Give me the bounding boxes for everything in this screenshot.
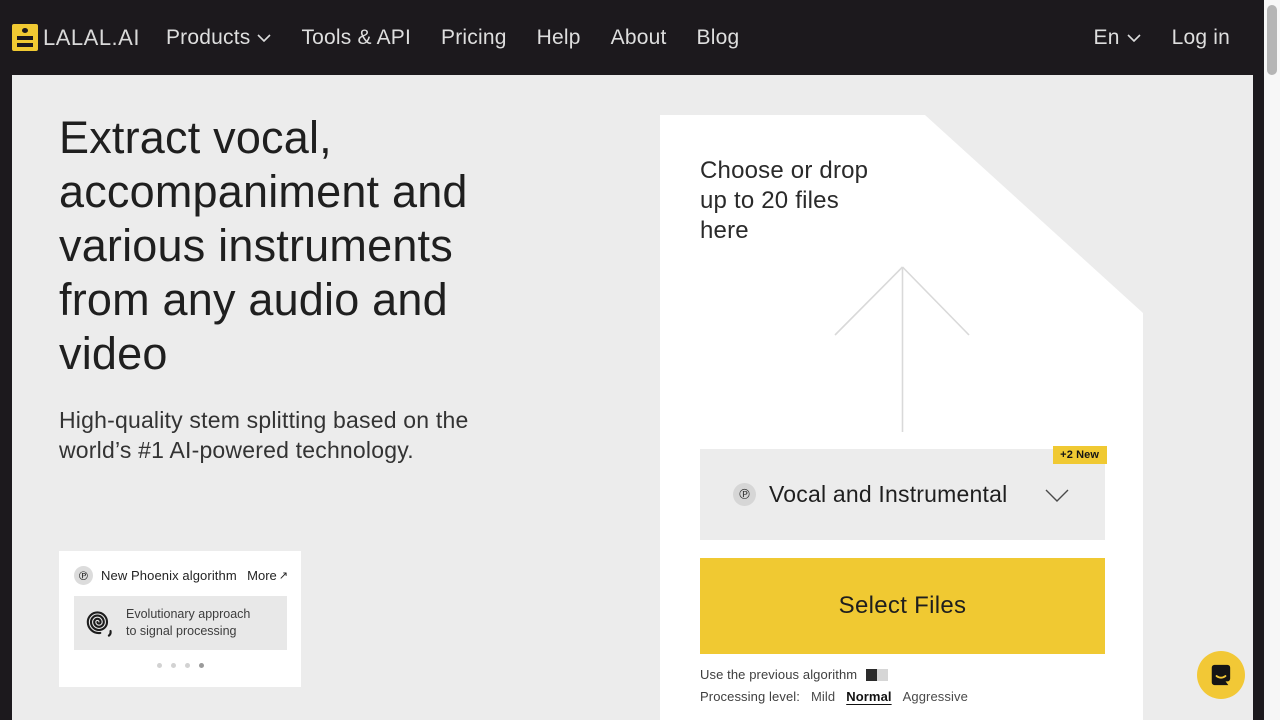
nav-tools-api[interactable]: Tools & API xyxy=(301,26,411,50)
login-button[interactable]: Log in xyxy=(1172,26,1230,50)
upload-arrow-icon xyxy=(830,262,976,435)
logo-icon xyxy=(12,24,38,51)
stem-type-dropdown[interactable]: +2 New ℗ Vocal and Instrumental xyxy=(700,449,1105,540)
carousel-dot-1[interactable] xyxy=(157,663,162,668)
more-link-label: More xyxy=(247,568,277,583)
more-link[interactable]: More ↗ xyxy=(247,568,288,583)
nav-help[interactable]: Help xyxy=(537,26,581,50)
spiral-icon xyxy=(81,605,117,641)
processing-level-normal[interactable]: Normal xyxy=(846,689,891,704)
upload-panel[interactable]: Choose or drop up to 20 files here +2 Ne… xyxy=(660,115,1143,720)
nav-pricing[interactable]: Pricing xyxy=(441,26,507,50)
promo-card-title: New Phoenix algorithm xyxy=(101,568,237,583)
chevron-down-icon xyxy=(257,34,271,42)
phoenix-promo-card: ℗ New Phoenix algorithm More ↗ Evolution… xyxy=(59,551,301,687)
promo-feature-text: Evolutionary approach to signal processi… xyxy=(126,606,250,640)
new-stems-badge: +2 New xyxy=(1053,446,1107,464)
carousel-dots xyxy=(59,663,301,668)
external-arrow-icon: ↗ xyxy=(279,569,288,582)
select-files-button[interactable]: Select Files xyxy=(700,558,1105,654)
processing-level-mild[interactable]: Mild xyxy=(811,689,835,704)
scrollbar-track[interactable] xyxy=(1264,0,1280,720)
logo[interactable]: LALAL.AI xyxy=(12,24,140,51)
language-label: En xyxy=(1093,26,1119,50)
drop-zone-text: Choose or drop up to 20 files here xyxy=(700,156,868,246)
carousel-dot-2[interactable] xyxy=(171,663,176,668)
nav-products[interactable]: Products xyxy=(166,26,271,50)
nav-links: Products Tools & API Pricing Help About … xyxy=(166,26,739,50)
carousel-dot-4-active[interactable] xyxy=(199,663,204,668)
chevron-down-icon xyxy=(1127,34,1141,42)
chat-bubble-icon xyxy=(1209,663,1233,687)
stem-type-value: Vocal and Instrumental xyxy=(769,481,1007,508)
nav-products-label: Products xyxy=(166,26,250,50)
language-selector[interactable]: En xyxy=(1093,26,1140,50)
previous-algorithm-row: Use the previous algorithm xyxy=(700,667,888,682)
previous-algorithm-label: Use the previous algorithm xyxy=(700,667,857,682)
carousel-dot-3[interactable] xyxy=(185,663,190,668)
logo-text: LALAL.AI xyxy=(43,25,140,51)
promo-card-header: ℗ New Phoenix algorithm More ↗ xyxy=(74,566,288,585)
promo-feature-box: Evolutionary approach to signal processi… xyxy=(74,596,287,650)
page-subtitle: High-quality stem splitting based on the… xyxy=(59,405,468,465)
nav-right: En Log in xyxy=(1093,26,1230,50)
phoenix-badge-icon: ℗ xyxy=(733,483,756,506)
processing-level-row: Processing level: Mild Normal Aggressive xyxy=(700,689,968,704)
processing-level-label: Processing level: xyxy=(700,689,800,704)
chat-launcher-button[interactable] xyxy=(1197,651,1245,699)
lalal-ai-homepage: LALAL.AI Products Tools & API Pricing He… xyxy=(0,0,1280,720)
top-navigation: LALAL.AI Products Tools & API Pricing He… xyxy=(0,0,1264,75)
page-title: Extract vocal, accompaniment and various… xyxy=(59,111,468,381)
scrollbar-thumb[interactable] xyxy=(1267,5,1277,75)
phoenix-badge-icon: ℗ xyxy=(74,566,93,585)
nav-about[interactable]: About xyxy=(611,26,667,50)
main-content: Extract vocal, accompaniment and various… xyxy=(12,75,1253,720)
previous-algorithm-toggle[interactable] xyxy=(866,669,888,681)
processing-level-aggressive[interactable]: Aggressive xyxy=(903,689,968,704)
nav-blog[interactable]: Blog xyxy=(697,26,740,50)
chevron-down-icon xyxy=(1045,489,1069,502)
